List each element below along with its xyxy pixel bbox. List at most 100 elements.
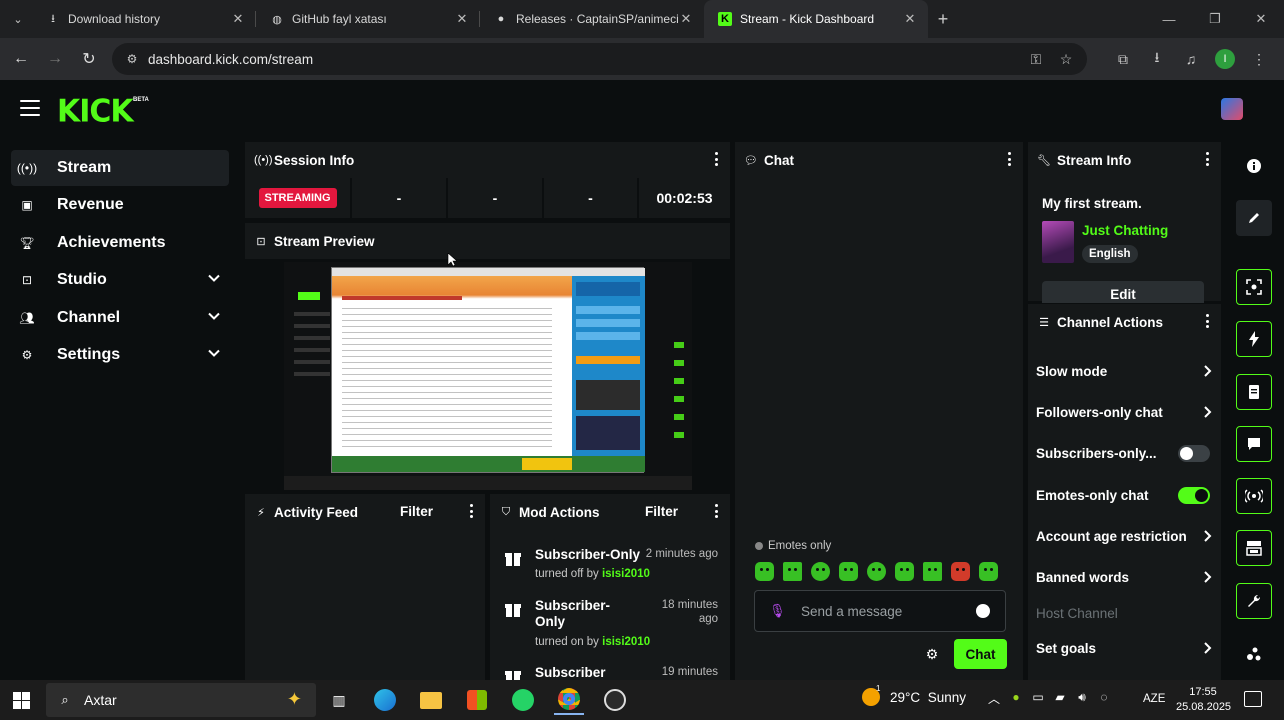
channel-action-account-age[interactable]: Account age restriction	[1036, 525, 1212, 547]
tab-kick-dashboard[interactable]: K Stream - Kick Dashboard ✕	[704, 0, 928, 38]
stream-category[interactable]: Just Chatting	[1082, 223, 1168, 238]
close-window-icon[interactable]: ✕	[1238, 0, 1284, 38]
profile-avatar[interactable]: I	[1215, 49, 1235, 69]
more-options-icon[interactable]	[1205, 314, 1209, 328]
new-tab-button[interactable]: +	[928, 9, 958, 30]
url-text[interactable]: dashboard.kick.com/stream	[148, 52, 313, 67]
restore-icon[interactable]: ❐	[1192, 0, 1238, 38]
tab-github-error[interactable]: ◍ GitHub fayl xatası ✕	[256, 0, 480, 38]
emote-icon[interactable]	[811, 562, 830, 581]
file-explorer-icon[interactable]	[416, 685, 446, 715]
chrome-icon[interactable]	[554, 685, 584, 715]
address-bar[interactable]: ⚙ dashboard.kick.com/stream ⚿ ☆	[112, 43, 1087, 75]
channel-action-banned-words[interactable]: Banned words	[1036, 566, 1212, 588]
downloads-icon[interactable]: ⭳	[1140, 43, 1174, 75]
battery-icon[interactable]: ▰	[1049, 690, 1071, 707]
broadcast-icon[interactable]	[1236, 478, 1272, 514]
system-clock[interactable]: 17:55 25.08.2025	[1176, 685, 1231, 715]
emotes-only-toggle[interactable]	[1178, 487, 1210, 504]
whatsapp-icon[interactable]	[508, 685, 538, 715]
minimize-icon[interactable]: —	[1146, 0, 1192, 38]
chevron-up-icon[interactable]: ︿	[983, 690, 1005, 707]
chat-settings-gear-icon[interactable]: ⚙	[924, 646, 940, 662]
sidebar-item-studio[interactable]: ⊡ Studio	[11, 262, 229, 298]
emote-icon[interactable]	[923, 562, 942, 581]
chat-message-box[interactable]: 🎙︎	[754, 590, 1006, 632]
chat-message-input[interactable]	[801, 603, 971, 619]
volume-icon[interactable]: 🔊︎	[1071, 690, 1093, 707]
close-icon[interactable]: ✕	[230, 11, 246, 27]
send-chat-button[interactable]: Chat	[954, 639, 1007, 669]
browser-menu-icon[interactable]: ⋮	[1242, 43, 1276, 75]
emote-icon[interactable]	[895, 562, 914, 581]
more-options-icon[interactable]	[714, 504, 718, 518]
windows-start-icon[interactable]	[13, 692, 30, 709]
more-options-icon[interactable]	[1007, 152, 1011, 166]
tab-download-history[interactable]: ⭳ Download history ✕	[32, 0, 256, 38]
kick-logo[interactable]: KICK	[57, 93, 134, 130]
chat-bubble-icon[interactable]	[1236, 426, 1272, 462]
mod-user-link[interactable]: isisi2010	[602, 568, 650, 580]
channel-action-slow-mode[interactable]: Slow mode	[1036, 360, 1212, 382]
edge-browser-icon[interactable]	[370, 685, 400, 715]
subscribers-only-toggle[interactable]	[1178, 445, 1210, 462]
emote-icon[interactable]	[783, 562, 802, 581]
hamburger-menu-icon[interactable]	[20, 100, 40, 116]
layout-icon[interactable]	[1236, 530, 1272, 566]
wrench-icon[interactable]	[1236, 583, 1272, 619]
more-options-icon[interactable]	[1205, 152, 1209, 166]
tab-search-icon[interactable]: ⌄	[4, 5, 32, 33]
emote-icon[interactable]	[839, 562, 858, 581]
edit-stream-button[interactable]: Edit	[1042, 281, 1204, 303]
forward-icon[interactable]: →	[38, 42, 72, 76]
pencil-icon[interactable]	[1236, 200, 1272, 236]
input-language[interactable]: AZE	[1143, 693, 1165, 705]
tray-app-icon[interactable]: ●	[1005, 690, 1027, 707]
notifications-icon[interactable]	[1244, 691, 1262, 707]
media-control-icon[interactable]: ♫	[1174, 43, 1208, 75]
back-icon[interactable]: ←	[4, 42, 38, 76]
tray-app-icon[interactable]: ▭	[1027, 690, 1049, 707]
sidebar-item-channel[interactable]: 👥︎ Channel	[11, 300, 229, 336]
mod-user-link[interactable]: isisi2010	[602, 636, 650, 648]
close-icon[interactable]: ✕	[678, 11, 694, 27]
tab-releases[interactable]: ● Releases · CaptainSP/animecix-d ✕	[480, 0, 704, 38]
scan-icon[interactable]	[1236, 269, 1272, 305]
microsoft-store-icon[interactable]	[462, 685, 492, 715]
channel-action-followers-only[interactable]: Followers-only chat	[1036, 401, 1212, 423]
chevron-down-icon[interactable]	[207, 346, 221, 360]
bolt-icon[interactable]	[1236, 321, 1272, 357]
info-icon[interactable]	[1236, 148, 1272, 184]
wifi-icon[interactable]: ◌	[1093, 690, 1115, 707]
stream-preview-video[interactable]	[245, 252, 730, 491]
copilot-sparkle-icon[interactable]: ✦	[287, 689, 302, 710]
reload-icon[interactable]: ↻	[72, 42, 106, 76]
password-key-icon[interactable]: ⚿	[1021, 47, 1051, 71]
bookmark-star-icon[interactable]: ☆	[1051, 47, 1081, 71]
emote-icon[interactable]	[951, 562, 970, 581]
obs-studio-icon[interactable]	[600, 685, 630, 715]
emoji-icon[interactable]	[976, 604, 990, 618]
task-view-icon[interactable]: ▥	[324, 685, 354, 715]
sidebar-item-stream[interactable]: ((•)) Stream	[11, 150, 229, 186]
molecule-icon[interactable]	[1236, 636, 1272, 672]
user-avatar[interactable]	[1221, 98, 1243, 120]
more-options-icon[interactable]	[714, 152, 718, 166]
close-icon[interactable]: ✕	[902, 11, 918, 27]
microphone-icon[interactable]: 🎙︎	[769, 603, 786, 619]
sidebar-item-settings[interactable]: ⚙ Settings	[11, 337, 229, 373]
chevron-down-icon[interactable]	[207, 271, 221, 285]
close-icon[interactable]: ✕	[454, 11, 470, 27]
extensions-icon[interactable]: ⧉	[1106, 43, 1140, 75]
emote-icon[interactable]	[979, 562, 998, 581]
channel-action-set-goals[interactable]: Set goals	[1036, 637, 1212, 659]
site-settings-icon[interactable]: ⚙	[122, 52, 142, 66]
sidebar-item-achievements[interactable]: 🏆︎ Achievements	[11, 225, 229, 261]
more-options-icon[interactable]	[469, 504, 473, 518]
filter-button[interactable]: Filter	[400, 504, 433, 519]
chevron-down-icon[interactable]	[207, 309, 221, 323]
taskbar-search-box[interactable]: ⌕ Axtar ✦	[46, 683, 316, 717]
sidebar-item-revenue[interactable]: ▣ Revenue	[11, 187, 229, 223]
emote-icon[interactable]	[755, 562, 774, 581]
note-icon[interactable]	[1236, 374, 1272, 410]
